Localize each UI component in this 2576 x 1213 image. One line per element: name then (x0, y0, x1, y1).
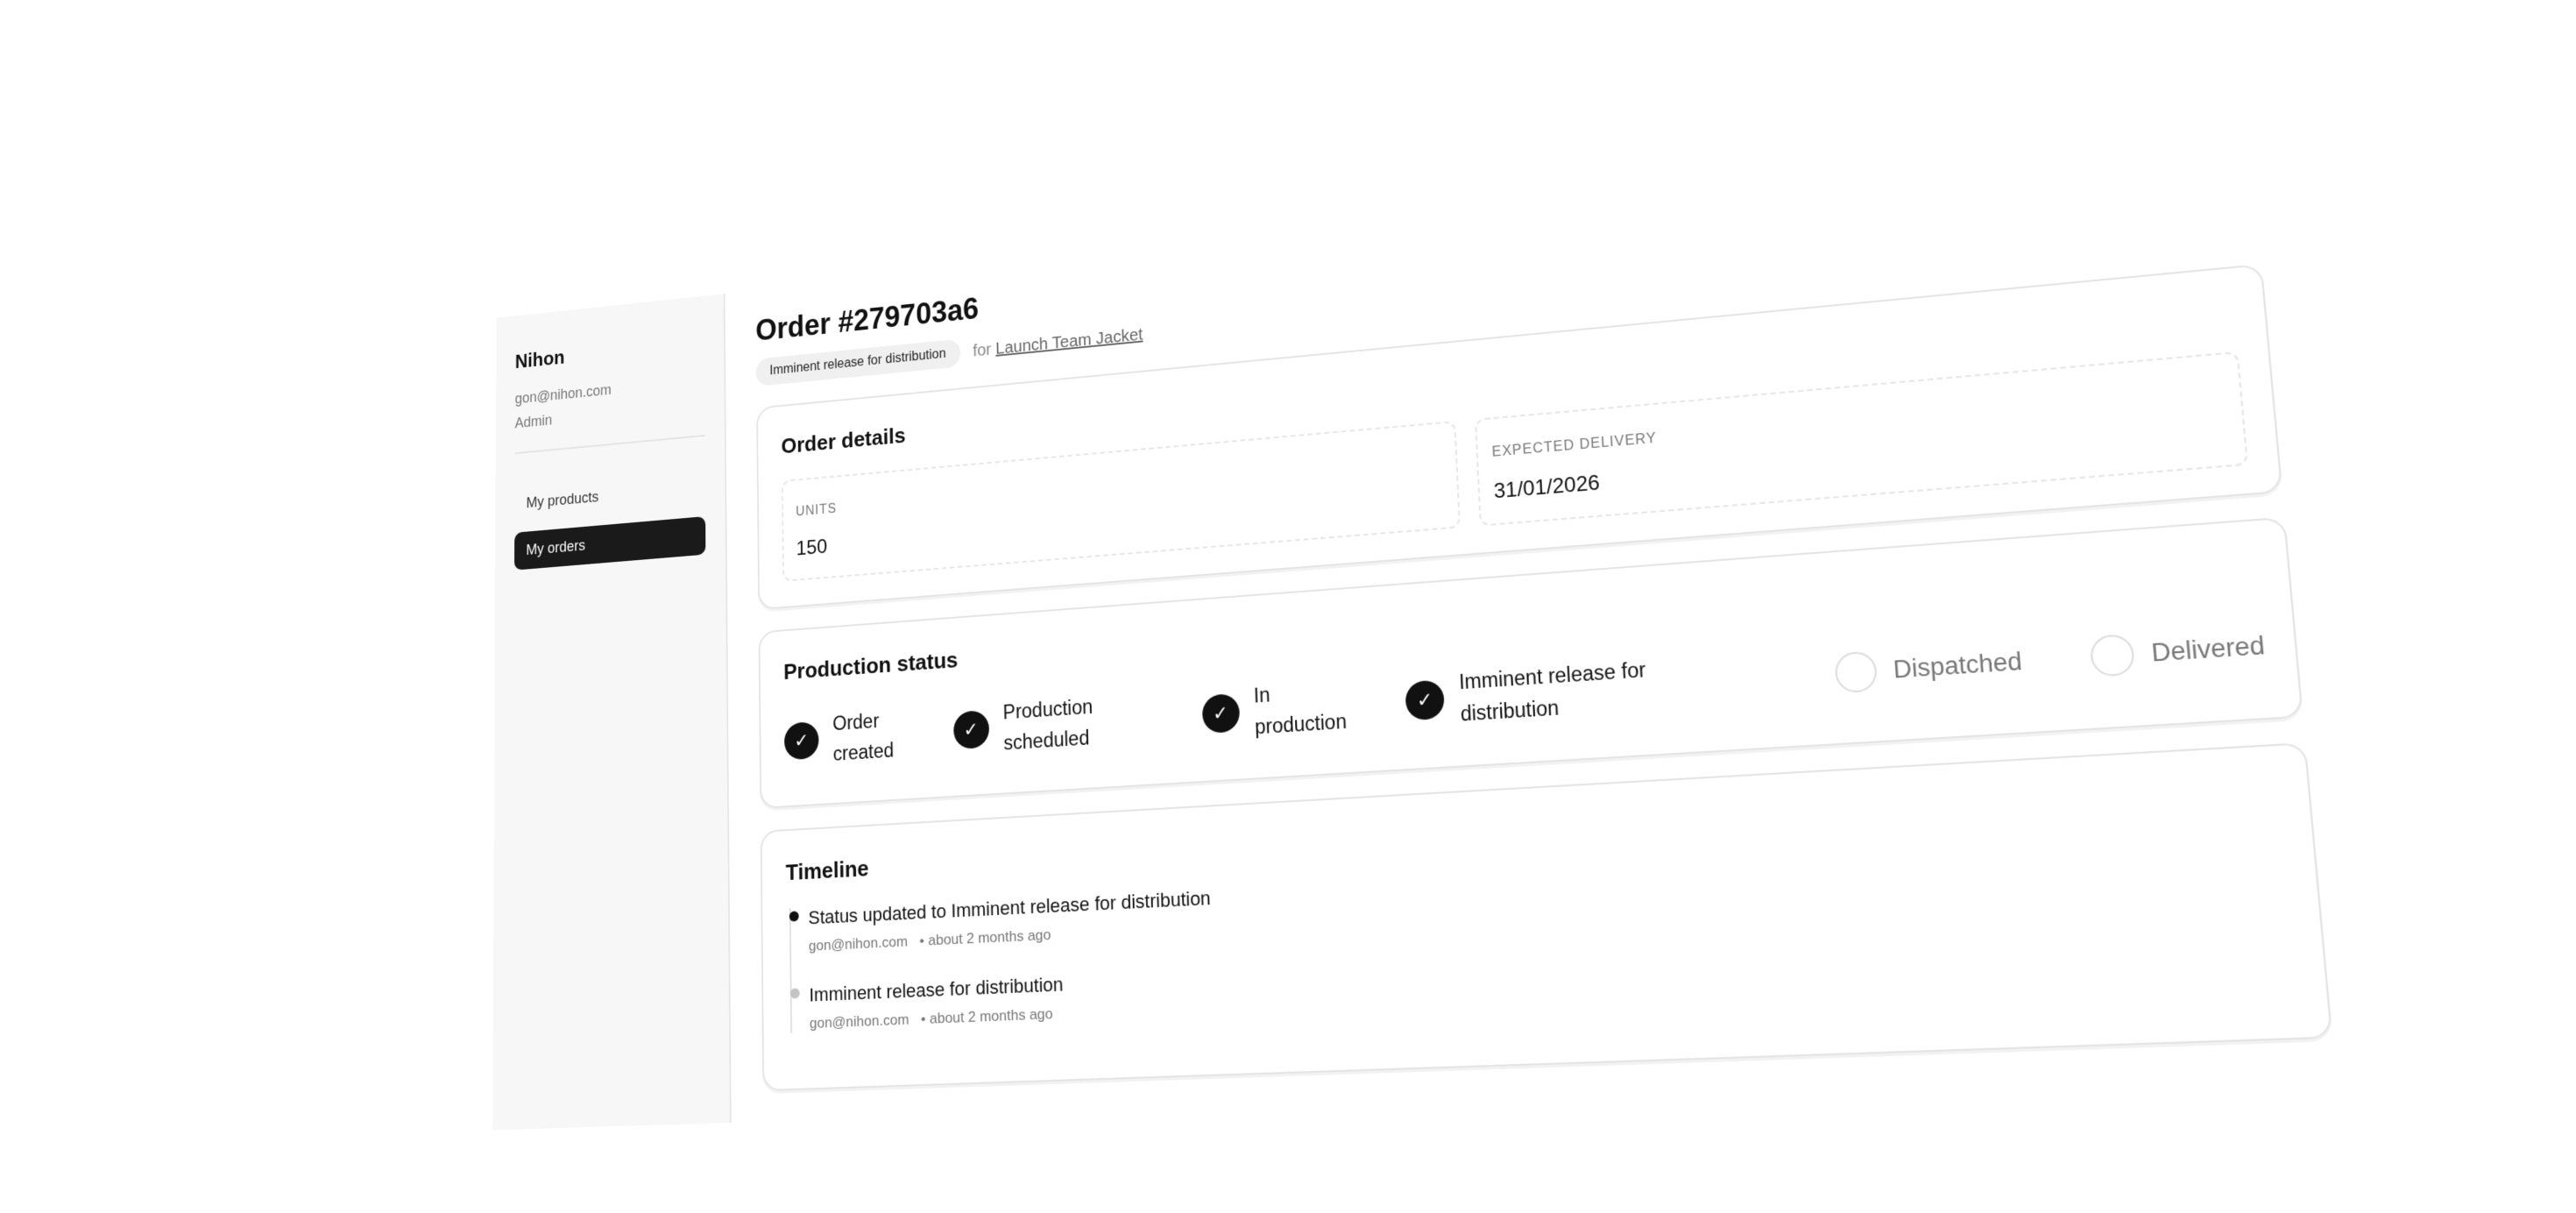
dot-icon (789, 988, 800, 999)
check-icon: ✓ (952, 709, 989, 750)
for-label: for Launch Team Jacket (973, 325, 1143, 361)
timeline-entry-time: • about 2 months ago (920, 1005, 1053, 1028)
step-label: Dispatched (1892, 647, 2023, 684)
user-name: Nihon (514, 346, 565, 373)
product-link[interactable]: Launch Team Jacket (995, 325, 1143, 358)
step-dispatched: Dispatched (1833, 636, 2092, 694)
step-label: Production scheduled (1002, 695, 1093, 755)
step-label: Delivered (2150, 631, 2267, 667)
step-label: Order created (832, 709, 895, 765)
check-icon: ✓ (783, 720, 819, 761)
check-icon: ✓ (1405, 679, 1446, 721)
timeline-entry-time: • about 2 months ago (919, 926, 1051, 949)
sidebar: Nihon gon@nihon.com Admin My products My… (492, 294, 732, 1131)
check-icon: ✓ (1201, 692, 1240, 734)
empty-circle-icon (2089, 633, 2136, 677)
delivery-value: 31/01/2026 (1493, 471, 1601, 504)
step-imminent-release: ✓ Imminent release for distribution (1405, 641, 1837, 734)
step-production-scheduled: ✓ Production scheduled (952, 684, 1203, 762)
sidebar-item-my-products[interactable]: My products (514, 469, 705, 523)
for-prefix: for (973, 340, 992, 360)
main-content: Order #279703a6 Imminent release for dis… (725, 128, 2377, 1123)
timeline-entry-author: gon@nihon.com (809, 1011, 909, 1032)
app-window: Nihon gon@nihon.com Admin My products My… (492, 127, 2378, 1131)
empty-circle-icon (1833, 650, 1879, 694)
step-order-created: ✓ Order created (783, 700, 954, 772)
dot-icon (789, 911, 799, 922)
step-delivered: Delivered (2089, 625, 2266, 677)
screen: Nihon gon@nihon.com Admin My products My… (0, 0, 2576, 1213)
step-in-production: ✓ In production (1201, 670, 1407, 746)
units-value: 150 (796, 535, 828, 561)
timeline-entry-author: gon@nihon.com (808, 933, 909, 954)
sidebar-item-my-orders[interactable]: My orders (513, 516, 706, 571)
sidebar-divider (514, 435, 705, 455)
step-label: In production (1253, 683, 1348, 739)
status-badge: Imminent release for distribution (755, 338, 961, 387)
step-label: Imminent release for distribution (1458, 657, 1646, 726)
